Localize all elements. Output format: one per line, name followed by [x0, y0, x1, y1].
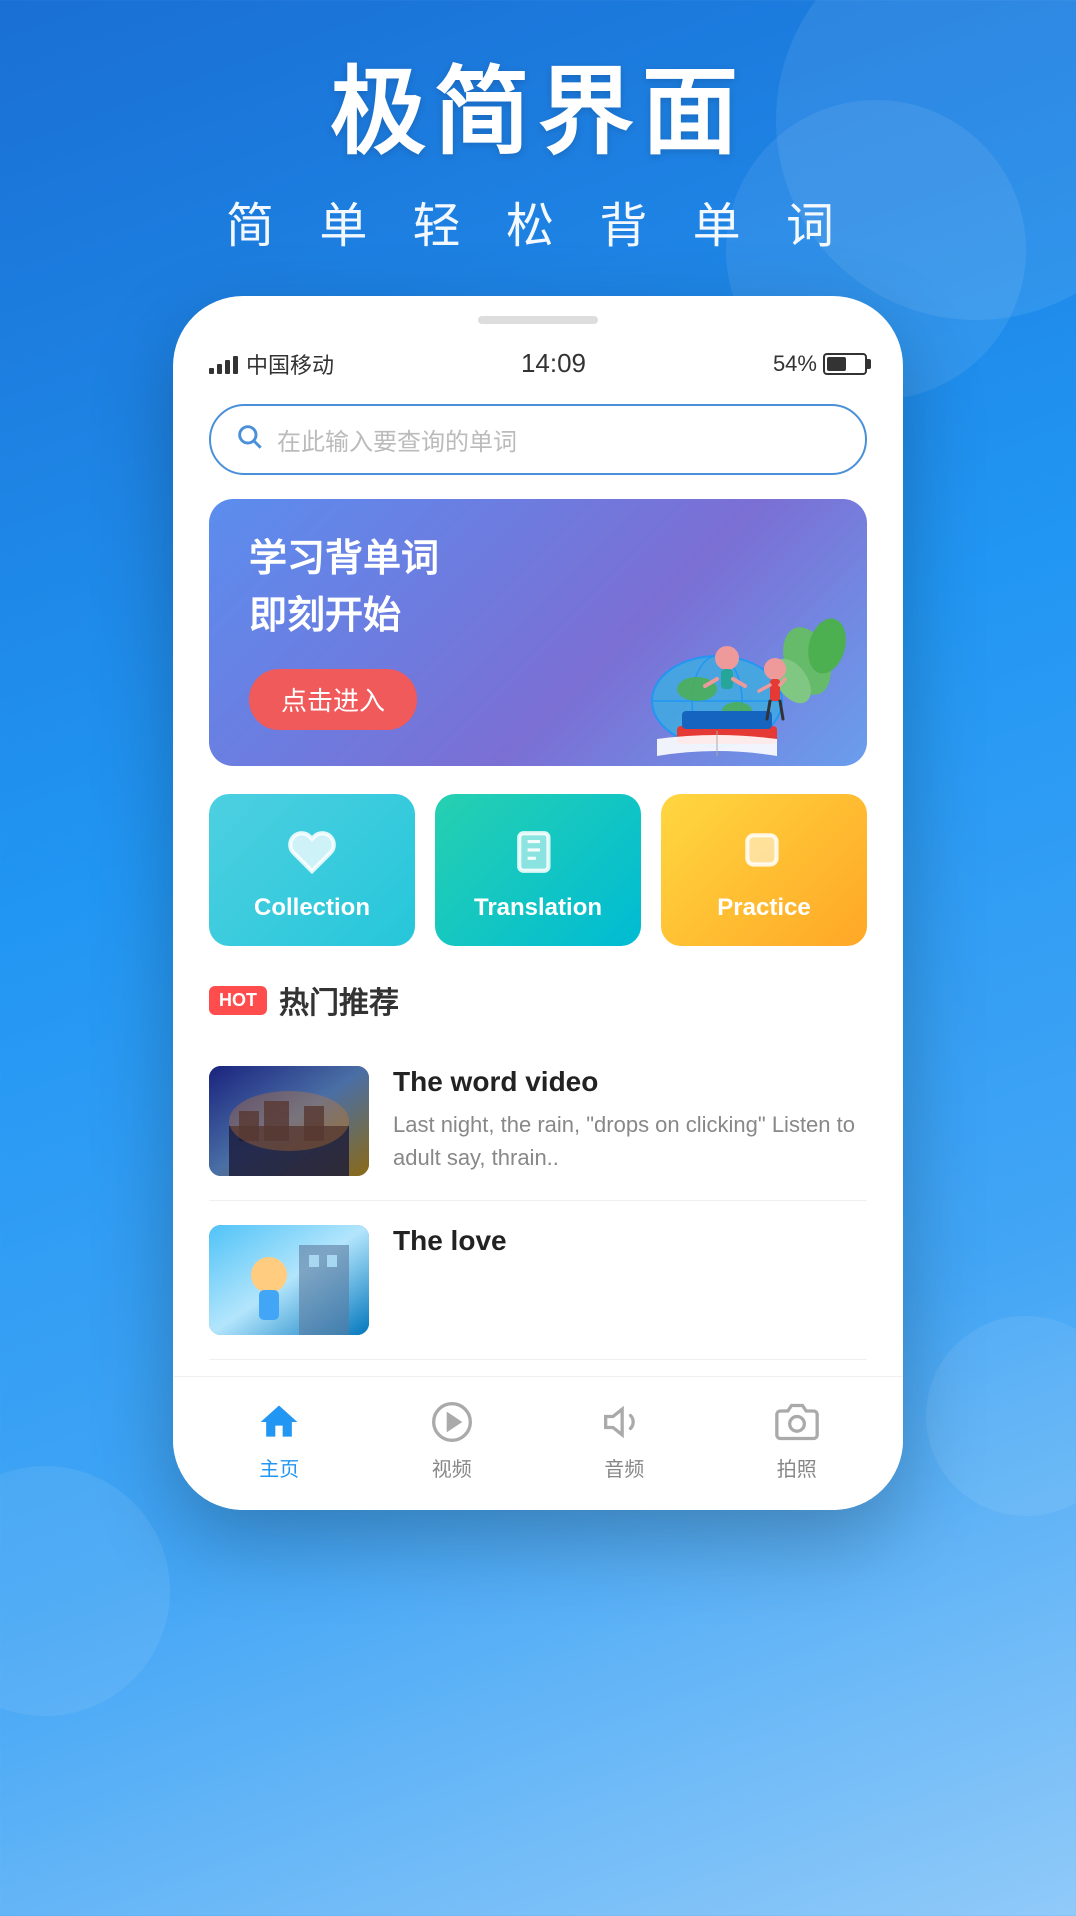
action-label-practice: Practice	[717, 894, 810, 922]
bg-decoration-4	[926, 1316, 1076, 1516]
content-list: The word video Last night, the rain, "dr…	[209, 1042, 867, 1360]
play-icon	[427, 1397, 477, 1447]
content-item-1[interactable]: The word video Last night, the rain, "dr…	[209, 1042, 867, 1201]
carrier-name: 中国移动	[246, 348, 334, 380]
book-icon	[510, 824, 566, 880]
action-card-collection[interactable]: Collection	[209, 794, 415, 946]
thumb-img-1	[209, 1066, 369, 1176]
heart-icon	[284, 824, 340, 880]
section-title: 热门推荐	[279, 978, 399, 1022]
thumb-1	[209, 1066, 369, 1176]
quick-actions: Collection Translation Practice	[209, 794, 867, 946]
content-title-2: The love	[393, 1225, 867, 1257]
content-info-1: The word video Last night, the rain, "dr…	[393, 1066, 867, 1174]
sound-icon	[599, 1397, 649, 1447]
hot-badge: HOT	[209, 986, 267, 1015]
content-desc-1: Last night, the rain, "drops on clicking…	[393, 1108, 867, 1174]
signal-bar-3	[225, 360, 230, 374]
hot-section-header: HOT 热门推荐	[209, 978, 867, 1022]
status-right: 54%	[773, 351, 867, 377]
action-label-collection: Collection	[254, 894, 370, 922]
signal-bar-1	[209, 368, 214, 374]
battery-percent: 54%	[773, 351, 817, 377]
search-icon	[235, 422, 263, 457]
battery-fill	[827, 357, 846, 371]
action-card-translation[interactable]: Translation	[435, 794, 641, 946]
bottom-nav: 主页 视频 音频	[173, 1376, 903, 1510]
phone-notch	[478, 316, 598, 324]
signal-bar-2	[217, 364, 222, 374]
banner-text: 学习背单词 即刻开始 点击进入	[249, 535, 831, 731]
nav-label-home: 主页	[259, 1453, 299, 1482]
nav-item-play[interactable]: 视频	[427, 1397, 477, 1482]
status-left: 中国移动	[209, 348, 334, 380]
phone-mockup: 中国移动 14:09 54% 在此输入要查询的单词 学习背单词	[173, 296, 903, 1511]
nav-item-home[interactable]: 主页	[254, 1397, 304, 1482]
home-icon	[254, 1397, 304, 1447]
banner-title-line1: 学习背单词	[249, 535, 831, 584]
status-time: 14:09	[521, 348, 586, 379]
nav-label-camera: 拍照	[777, 1453, 817, 1482]
banner-card[interactable]: 学习背单词 即刻开始 点击进入	[209, 499, 867, 767]
signal-bar-4	[233, 356, 238, 374]
search-bar[interactable]: 在此输入要查询的单词	[209, 404, 867, 475]
banner-title-line2: 即刻开始	[249, 592, 831, 641]
banner-button[interactable]: 点击进入	[249, 669, 417, 730]
practice-icon	[736, 824, 792, 880]
status-bar: 中国移动 14:09 54%	[173, 340, 903, 388]
content-item-2[interactable]: The love	[209, 1201, 867, 1360]
battery-icon	[823, 353, 867, 375]
phone-content: 在此输入要查询的单词 学习背单词 即刻开始 点击进入	[173, 388, 903, 1361]
camera-icon	[772, 1397, 822, 1447]
nav-label-play: 视频	[432, 1453, 472, 1482]
search-input[interactable]: 在此输入要查询的单词	[277, 422, 517, 457]
content-info-2: The love	[393, 1225, 867, 1267]
signal-icon	[209, 354, 238, 374]
action-label-translation: Translation	[474, 894, 602, 922]
nav-label-sound: 音频	[604, 1453, 644, 1482]
thumb-img-2	[209, 1225, 369, 1335]
bg-decoration-3	[0, 1466, 170, 1716]
thumb-2	[209, 1225, 369, 1335]
nav-item-camera[interactable]: 拍照	[772, 1397, 822, 1482]
nav-item-sound[interactable]: 音频	[599, 1397, 649, 1482]
action-card-practice[interactable]: Practice	[661, 794, 867, 946]
content-title-1: The word video	[393, 1066, 867, 1098]
